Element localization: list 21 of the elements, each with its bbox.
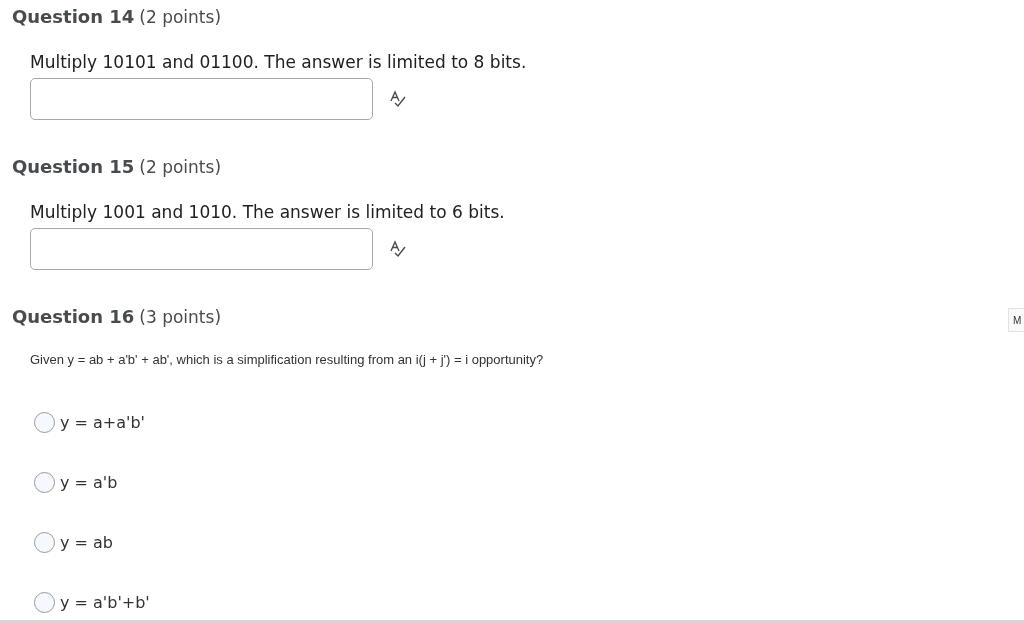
option-label[interactable]: y = ab — [60, 533, 113, 552]
option-label[interactable]: y = a+a'b' — [60, 413, 145, 432]
question-points: (3 points) — [139, 307, 221, 327]
question-title: Question 16 — [12, 306, 135, 327]
question-title: Question 14 — [12, 6, 135, 27]
answer-field[interactable] — [30, 228, 373, 270]
question-points: (2 points) — [139, 7, 221, 27]
radio-button[interactable] — [34, 412, 55, 433]
option-label[interactable]: y = a'b'+b' — [60, 593, 150, 612]
answer-field[interactable] — [30, 78, 373, 120]
radio-button[interactable] — [34, 472, 55, 493]
option-label[interactable]: y = a'b — [60, 473, 118, 492]
question-prompt: Multiply 1001 and 1010. The answer is limited to 6 bits. — [30, 202, 505, 222]
question-points: (2 points) — [139, 157, 221, 177]
radio-button[interactable] — [34, 532, 55, 553]
side-tab[interactable]: M — [1008, 308, 1024, 332]
question-prompt: Multiply 10101 and 01100. The answer is limited to 8 bits. — [30, 52, 527, 72]
question-prompt: Given y = ab + a'b' + ab', which is a simplification resulting from an i(j + j') = i opportunity? — [30, 352, 544, 367]
spellcheck-icon[interactable] — [389, 90, 407, 108]
spellcheck-icon[interactable] — [389, 240, 407, 258]
question-title: Question 15 — [12, 156, 135, 177]
